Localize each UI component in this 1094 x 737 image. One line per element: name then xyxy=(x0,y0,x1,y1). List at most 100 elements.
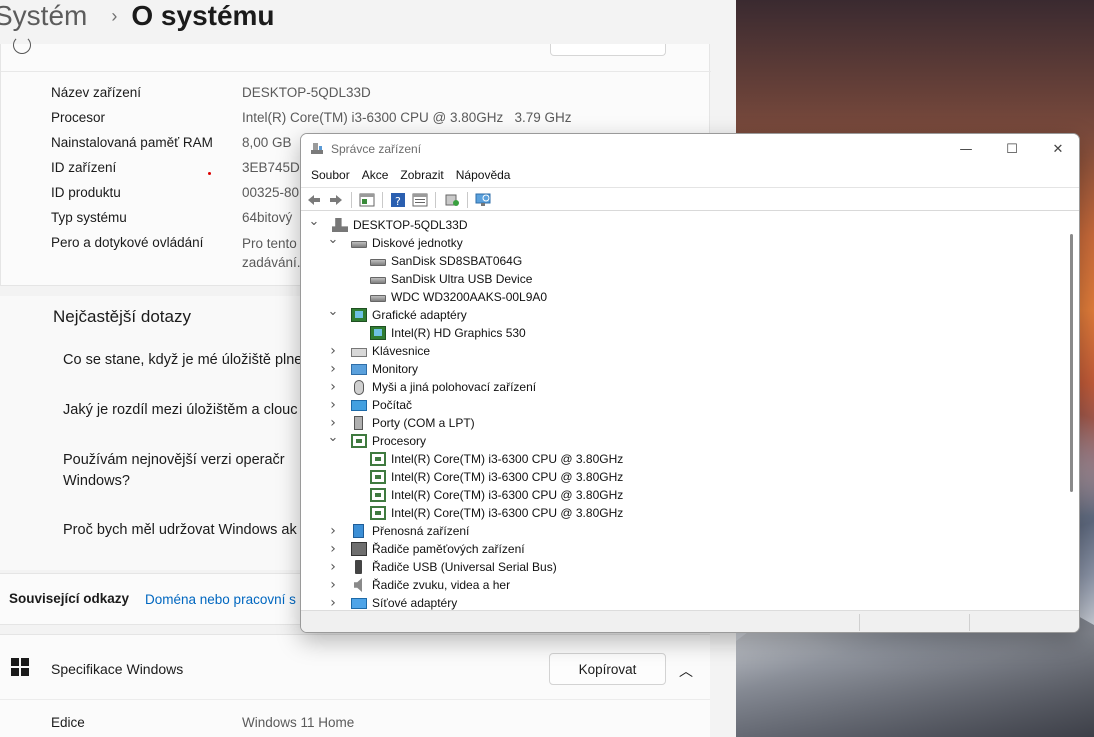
minimize-button[interactable]: — xyxy=(943,134,989,164)
portable-device-icon xyxy=(353,524,364,538)
storage-controller-icon xyxy=(351,542,367,556)
chevron-down-icon[interactable]: ⌄ xyxy=(309,212,320,230)
spec-value: DESKTOP-5QDL33D xyxy=(242,85,371,100)
spec-value-continued: zadávání. xyxy=(242,255,301,270)
chevron-right-icon[interactable]: › xyxy=(328,558,338,576)
spec-label: Pero a dotykové ovládání xyxy=(51,235,204,250)
properties-icon[interactable] xyxy=(359,192,375,208)
tree-device-item[interactable]: SanDisk SD8SBAT064G xyxy=(370,252,522,270)
mouse-icon xyxy=(354,379,364,395)
tree-category-item[interactable]: Klávesnice xyxy=(351,342,430,360)
help-icon[interactable]: ? xyxy=(390,192,406,208)
tree-device-item[interactable]: Intel(R) Core(TM) i3-6300 CPU @ 3.80GHz xyxy=(370,504,623,522)
tree-item-label: Intel(R) HD Graphics 530 xyxy=(391,326,526,340)
chevron-right-icon[interactable]: › xyxy=(328,576,338,594)
status-bar xyxy=(301,611,1079,632)
tree-category-item[interactable]: Řadiče USB (Universal Serial Bus) xyxy=(351,558,557,576)
disk-drive-icon xyxy=(370,277,386,284)
chevron-right-icon[interactable]: › xyxy=(328,378,338,396)
processor-icon xyxy=(370,506,386,520)
tree-category-item[interactable]: Řadiče zvuku, videa a her xyxy=(351,576,510,594)
spec-label: Typ systému xyxy=(51,210,127,225)
domain-workgroup-link[interactable]: Doména nebo pracovní s xyxy=(145,592,296,607)
chevron-right-icon[interactable]: › xyxy=(328,594,338,610)
spec-label: Procesor xyxy=(51,110,106,125)
processor-icon xyxy=(351,434,367,448)
tree-category-item[interactable]: Řadiče paměťových zařízení xyxy=(351,540,525,558)
processor-icon xyxy=(370,488,386,502)
chevron-right-icon[interactable]: › xyxy=(328,396,338,414)
tree-category-item[interactable]: Grafické adaptéry xyxy=(351,306,467,324)
tree-device-item[interactable]: Intel(R) Core(TM) i3-6300 CPU @ 3.80GHz xyxy=(370,450,623,468)
tree-category-item[interactable]: Síťové adaptéry xyxy=(351,594,457,610)
tree-device-item[interactable]: SanDisk Ultra USB Device xyxy=(370,270,532,288)
maximize-button[interactable]: ☐ xyxy=(989,134,1035,164)
faq-question[interactable]: Proč bych měl udržovat Windows ak xyxy=(63,520,297,541)
tree-category-item[interactable]: Myši a jiná polohovací zařízení xyxy=(351,378,536,396)
view-list-icon[interactable] xyxy=(412,192,428,208)
tree-device-item[interactable]: Intel(R) Core(TM) i3-6300 CPU @ 3.80GHz xyxy=(370,486,623,504)
faq-question[interactable]: Co se stane, když je mé úložiště plne xyxy=(63,350,302,371)
processor-icon xyxy=(370,470,386,484)
tree-device-item[interactable]: WDC WD3200AAKS-00L9A0 xyxy=(370,288,547,306)
faq-question[interactable]: Používám nejnovější verzi operačr xyxy=(63,450,285,471)
disk-drive-icon xyxy=(370,295,386,302)
tree-item-label: Síťové adaptéry xyxy=(372,596,458,610)
page-title: O systému xyxy=(131,0,275,31)
vertical-scrollbar[interactable] xyxy=(1064,212,1079,610)
tree-category-item[interactable]: Porty (COM a LPT) xyxy=(351,414,475,432)
close-button[interactable]: ✕ xyxy=(1035,134,1079,164)
tree-category-item[interactable]: Přenosná zařízení xyxy=(351,522,469,540)
tree-item-label: Myši a jiná polohovací zařízení xyxy=(372,380,537,394)
title-bar[interactable]: Správce zařízení — ☐ ✕ xyxy=(301,134,1079,164)
faq-question-continued[interactable]: Windows? xyxy=(63,471,130,492)
update-driver-icon[interactable] xyxy=(444,192,460,208)
menu-akce[interactable]: Akce xyxy=(362,168,389,182)
chevron-right-icon[interactable]: › xyxy=(328,342,338,360)
scrollbar-thumb[interactable] xyxy=(1070,234,1073,492)
menu-zobrazit[interactable]: Zobrazit xyxy=(400,168,443,182)
tree-category-item[interactable]: DESKTOP-5QDL33D xyxy=(332,216,468,234)
chevron-right-icon[interactable]: › xyxy=(328,540,338,558)
disk-drive-icon xyxy=(370,259,386,266)
tree-item-label: Intel(R) Core(TM) i3-6300 CPU @ 3.80GHz xyxy=(391,470,624,484)
rename-button[interactable] xyxy=(550,44,666,56)
toolbar-separator xyxy=(467,192,468,208)
faq-question[interactable]: Jaký je rozdíl mezi úložištěm a clouc xyxy=(63,400,298,421)
menu-napoveda[interactable]: Nápověda xyxy=(456,168,511,182)
tree-category-item[interactable]: Procesory xyxy=(351,432,426,450)
tree-category-item[interactable]: Počítač xyxy=(351,396,412,414)
tree-item-label: WDC WD3200AAKS-00L9A0 xyxy=(391,290,548,304)
spec-value: 64bitový xyxy=(242,210,293,225)
menu-soubor[interactable]: Soubor xyxy=(311,168,350,182)
tree-item-label: Řadiče paměťových zařízení xyxy=(372,542,525,556)
status-divider xyxy=(969,614,970,631)
spec-value: Intel(R) Core(TM) i3-6300 CPU @ 3.80GHz … xyxy=(242,110,572,125)
chevron-right-icon[interactable]: › xyxy=(328,522,338,540)
back-arrow-icon[interactable] xyxy=(306,192,322,208)
tree-item-label: Intel(R) Core(TM) i3-6300 CPU @ 3.80GHz xyxy=(391,488,624,502)
window-title: Správce zařízení xyxy=(331,142,422,156)
tree-item-label: Grafické adaptéry xyxy=(372,308,467,322)
tree-device-item[interactable]: Intel(R) HD Graphics 530 xyxy=(370,324,526,342)
tree-item-label: Diskové jednotky xyxy=(372,236,463,250)
tree-category-item[interactable]: Monitory xyxy=(351,360,418,378)
chevron-right-icon[interactable]: › xyxy=(328,360,338,378)
breadcrumb-parent[interactable]: Systém xyxy=(0,0,87,32)
tree-device-item[interactable]: Intel(R) Core(TM) i3-6300 CPU @ 3.80GHz xyxy=(370,468,623,486)
spec-value: 00325-80 xyxy=(242,185,300,200)
chevron-up-icon[interactable]: ︿ xyxy=(679,661,693,681)
faq-title: Nejčastější dotazy xyxy=(53,307,191,326)
tree-category-item[interactable]: Diskové jednotky xyxy=(351,234,463,252)
chevron-down-icon[interactable]: ⌄ xyxy=(328,230,339,248)
processor-icon xyxy=(370,452,386,466)
tree-item-label: Intel(R) Core(TM) i3-6300 CPU @ 3.80GHz xyxy=(391,452,624,466)
scan-hardware-icon[interactable] xyxy=(475,192,491,208)
menu-bar: Soubor Akce Zobrazit Nápověda xyxy=(301,164,1079,186)
monitor-icon xyxy=(351,363,367,375)
windows-spec-card: Specifikace Windows Kopírovat ︿ Edice Wi… xyxy=(0,634,710,737)
copy-button[interactable]: Kopírovat xyxy=(549,653,666,685)
chevron-down-icon[interactable]: ⌄ xyxy=(328,428,339,446)
forward-arrow-icon[interactable] xyxy=(328,192,344,208)
chevron-down-icon[interactable]: ⌄ xyxy=(328,302,339,320)
